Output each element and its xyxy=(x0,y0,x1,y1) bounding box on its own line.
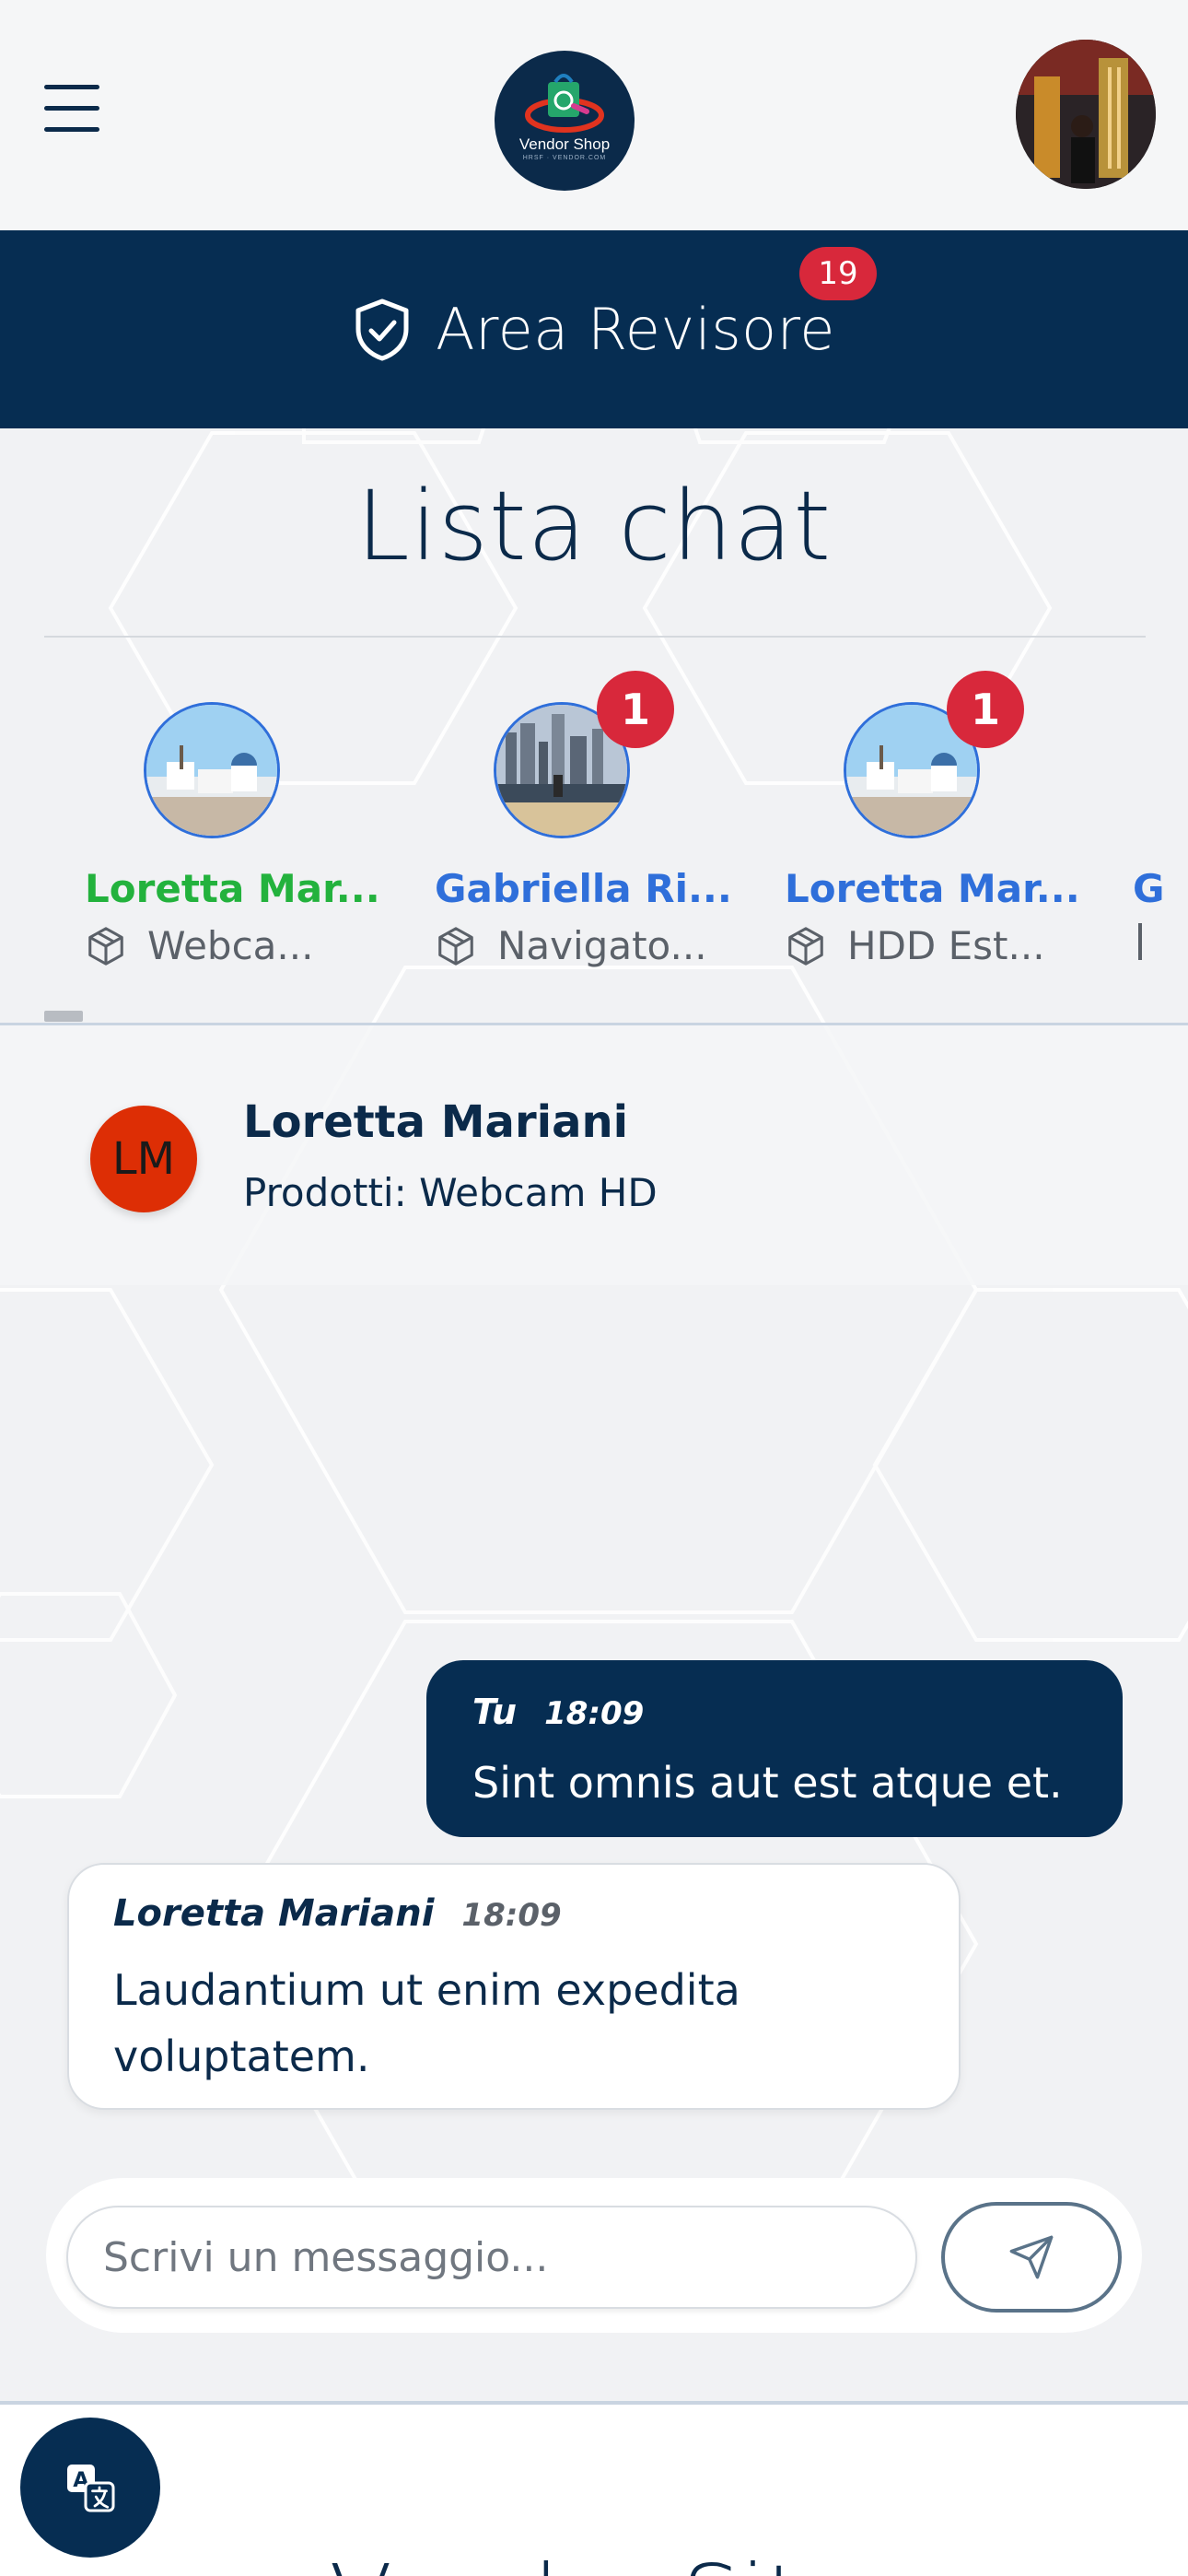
unread-badge: 1 xyxy=(597,671,674,748)
paper-plane-icon xyxy=(1009,2235,1054,2279)
user-photo xyxy=(1016,40,1156,189)
chat-contact-partial-icon xyxy=(1138,923,1142,960)
box-icon xyxy=(88,926,123,966)
top-navbar: Vendor Shop HRSF · VENDOR.COM xyxy=(0,0,1188,230)
message-author: Loretta Mariani xyxy=(113,1892,435,1935)
notification-badge: 19 xyxy=(799,247,877,300)
chat-contact[interactable]: 1 Gabriella Ri... Navigato... xyxy=(435,671,732,977)
reviewer-area-banner[interactable]: Area Revisore xyxy=(0,230,1188,428)
chat-recipient-name: Loretta Mariani xyxy=(243,1096,629,1148)
contact-avatar xyxy=(144,702,280,838)
avatar: LM xyxy=(90,1106,197,1212)
chat-contact[interactable]: 1 Loretta Mar... HDD Est... xyxy=(785,671,1080,977)
translate-button[interactable]: A xyxy=(20,2418,160,2558)
message-input[interactable] xyxy=(66,2206,917,2309)
message-outgoing: Tu 18:09 Sint omnis aut est atque et. xyxy=(426,1660,1123,1837)
footer-brand: Vendor Site xyxy=(0,2545,1188,2576)
message-incoming: Loretta Mariani 18:09 Laudantium ut enim … xyxy=(67,1863,961,2110)
message-time: 18:09 xyxy=(461,1897,562,1934)
logo-subtext: HRSF · VENDOR.COM xyxy=(522,155,607,161)
message-author: Tu xyxy=(472,1692,518,1732)
chat-products: Prodotti: Webcam HD xyxy=(243,1170,658,1215)
contact-product: HDD Est... xyxy=(785,923,1061,968)
contact-product-label: Navigato... xyxy=(497,923,707,968)
shield-check-icon xyxy=(355,299,409,360)
footer: Vendor Site xyxy=(0,2405,1188,2576)
chat-contact-partial[interactable]: G xyxy=(1133,866,1164,911)
horizontal-scrollbar[interactable] xyxy=(44,1011,83,1022)
user-avatar[interactable] xyxy=(1016,40,1156,189)
page-title: Lista chat xyxy=(355,470,833,582)
message-text: Sint omnis aut est atque et. xyxy=(472,1758,1063,1808)
contact-product: Navigato... xyxy=(435,923,711,968)
message-text: Laudantium ut enim expedita voluptatem. xyxy=(113,1965,740,2081)
hamburger-icon[interactable] xyxy=(44,85,99,136)
vendor-shop-logo[interactable]: Vendor Shop HRSF · VENDOR.COM xyxy=(495,51,635,191)
contact-product-label: HDD Est... xyxy=(847,923,1045,968)
shopping-bag-icon xyxy=(525,74,604,133)
logo-text: Vendor Shop xyxy=(518,135,611,153)
contact-name: Gabriella Ri... xyxy=(435,866,732,911)
unread-badge: 1 xyxy=(947,671,1024,748)
contact-name: Loretta Mar... xyxy=(85,866,380,911)
contact-product: Webca... xyxy=(85,923,361,968)
send-button[interactable] xyxy=(941,2202,1122,2313)
translate-icon: A xyxy=(67,2465,115,2512)
divider xyxy=(44,636,1146,638)
message-meta: Loretta Mariani 18:09 xyxy=(113,1892,562,1935)
box-icon xyxy=(438,926,473,966)
message-meta: Tu 18:09 xyxy=(472,1692,644,1732)
banner-title: Area Revisore xyxy=(436,296,835,363)
contact-name: Loretta Mar... xyxy=(785,866,1080,911)
message-time: 18:09 xyxy=(544,1695,645,1732)
chat-contact[interactable]: Loretta Mar... Webca... xyxy=(85,700,380,977)
contact-product-label: Webca... xyxy=(147,923,314,968)
box-icon xyxy=(788,926,823,966)
